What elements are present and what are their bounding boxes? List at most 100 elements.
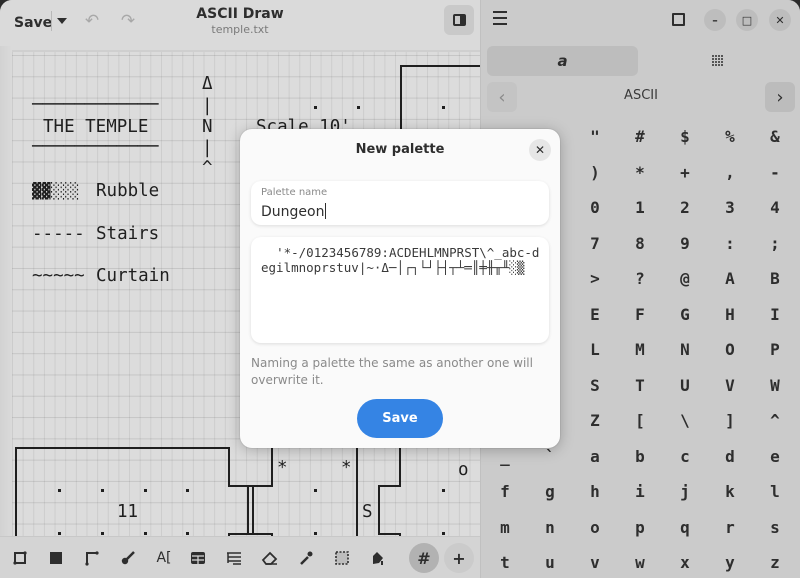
character-button[interactable]: k xyxy=(708,474,752,509)
dialog-save-button[interactable]: Save xyxy=(357,399,443,438)
character-button[interactable]: @ xyxy=(663,261,707,296)
character-button[interactable]: W xyxy=(753,368,797,403)
character-button[interactable]: y xyxy=(708,545,752,578)
tab-characters[interactable]: a xyxy=(487,46,638,76)
character-button[interactable]: G xyxy=(663,297,707,332)
character-button[interactable]: ? xyxy=(618,261,662,296)
add-button[interactable]: + xyxy=(444,543,474,573)
character-button[interactable]: * xyxy=(618,155,662,190)
character-button[interactable]: v xyxy=(573,545,617,578)
character-button[interactable]: % xyxy=(708,119,752,154)
character-button[interactable]: ; xyxy=(753,226,797,261)
table-tool[interactable] xyxy=(186,546,210,570)
grid-toggle-button[interactable]: # xyxy=(409,543,439,573)
character-button[interactable]: L xyxy=(573,332,617,367)
character-button[interactable]: r xyxy=(708,510,752,545)
character-button[interactable]: 8 xyxy=(618,226,662,261)
character-button[interactable]: & xyxy=(753,119,797,154)
float-window-icon[interactable] xyxy=(672,13,685,26)
character-button[interactable]: n xyxy=(528,510,572,545)
undo-icon[interactable]: ↶ xyxy=(80,10,104,32)
character-button[interactable]: F xyxy=(618,297,662,332)
character-button[interactable]: U xyxy=(663,368,707,403)
character-button[interactable]: 1 xyxy=(618,190,662,225)
color-picker-tool[interactable] xyxy=(294,546,318,570)
character-button[interactable]: s xyxy=(753,510,797,545)
character-button[interactable]: N xyxy=(663,332,707,367)
character-button[interactable]: B xyxy=(753,261,797,296)
freehand-brush-tool[interactable] xyxy=(116,546,140,570)
character-button[interactable]: O xyxy=(708,332,752,367)
character-button[interactable]: q xyxy=(663,510,707,545)
character-button[interactable]: c xyxy=(663,439,707,474)
character-button[interactable]: > xyxy=(573,261,617,296)
text-tool[interactable]: A[ xyxy=(152,546,176,570)
tab-lines[interactable] xyxy=(642,46,793,76)
sidebar-toggle-button[interactable] xyxy=(444,5,474,35)
character-button[interactable]: w xyxy=(618,545,662,578)
character-button[interactable]: I xyxy=(753,297,797,332)
character-button[interactable]: u xyxy=(528,545,572,578)
character-button[interactable]: , xyxy=(708,155,752,190)
palette-name-input[interactable]: Dungeon xyxy=(261,203,327,220)
character-button[interactable]: z xyxy=(753,545,797,578)
character-button[interactable]: ) xyxy=(573,155,617,190)
tree-list-tool[interactable] xyxy=(222,546,246,570)
character-button[interactable]: " xyxy=(573,119,617,154)
character-button[interactable]: e xyxy=(753,439,797,474)
character-button[interactable]: ] xyxy=(708,403,752,438)
character-button[interactable]: M xyxy=(618,332,662,367)
character-button[interactable]: d xyxy=(708,439,752,474)
character-button[interactable]: a xyxy=(573,439,617,474)
line-tool[interactable] xyxy=(80,546,104,570)
character-button[interactable]: E xyxy=(573,297,617,332)
character-button[interactable]: 3 xyxy=(708,190,752,225)
character-button[interactable]: x xyxy=(663,545,707,578)
rectangle-tool[interactable] xyxy=(8,546,32,570)
character-button[interactable]: ^ xyxy=(753,403,797,438)
character-button[interactable]: g xyxy=(528,474,572,509)
minimize-button[interactable]: – xyxy=(704,9,726,31)
character-button[interactable]: j xyxy=(663,474,707,509)
character-button[interactable]: p xyxy=(618,510,662,545)
character-button[interactable]: A xyxy=(708,261,752,296)
dialog-close-button[interactable]: ✕ xyxy=(529,139,551,161)
character-button[interactable]: 7 xyxy=(573,226,617,261)
character-button[interactable]: Z xyxy=(573,403,617,438)
character-button[interactable]: i xyxy=(618,474,662,509)
save-options-dropdown-icon[interactable] xyxy=(55,14,69,28)
maximize-button[interactable]: □ xyxy=(736,9,758,31)
character-button[interactable]: P xyxy=(753,332,797,367)
character-button[interactable]: S xyxy=(573,368,617,403)
character-button[interactable]: 9 xyxy=(663,226,707,261)
character-button[interactable]: + xyxy=(663,155,707,190)
redo-icon[interactable]: ↷ xyxy=(116,10,140,32)
close-button[interactable]: ✕ xyxy=(769,9,791,31)
character-button[interactable]: 2 xyxy=(663,190,707,225)
character-button[interactable]: o xyxy=(573,510,617,545)
character-button[interactable]: H xyxy=(708,297,752,332)
palette-characters-text[interactable]: '*-/0123456789:ACDEHLMNPRST\^_abc-degilm… xyxy=(261,245,541,275)
character-button[interactable]: # xyxy=(618,119,662,154)
character-button[interactable]: $ xyxy=(663,119,707,154)
character-button[interactable]: t xyxy=(483,545,527,578)
character-button[interactable]: 0 xyxy=(573,190,617,225)
character-button[interactable]: V xyxy=(708,368,752,403)
character-button[interactable]: h xyxy=(573,474,617,509)
character-button[interactable]: l xyxy=(753,474,797,509)
select-tool[interactable] xyxy=(330,546,354,570)
character-button[interactable]: m xyxy=(483,510,527,545)
character-button[interactable]: \ xyxy=(663,403,707,438)
palette-name-field[interactable]: Palette name Dungeon xyxy=(251,181,549,225)
character-button[interactable]: : xyxy=(708,226,752,261)
palette-characters-field[interactable]: '*-/0123456789:ACDEHLMNPRST\^_abc-degilm… xyxy=(251,237,549,343)
filled-rectangle-tool[interactable] xyxy=(44,546,68,570)
character-button[interactable]: b xyxy=(618,439,662,474)
character-button[interactable]: 4 xyxy=(753,190,797,225)
main-menu-button[interactable] xyxy=(493,11,511,27)
character-button[interactable]: - xyxy=(753,155,797,190)
eraser-tool[interactable] xyxy=(258,546,282,570)
character-button[interactable]: f xyxy=(483,474,527,509)
next-charset-button[interactable]: › xyxy=(765,82,795,112)
character-button[interactable]: T xyxy=(618,368,662,403)
